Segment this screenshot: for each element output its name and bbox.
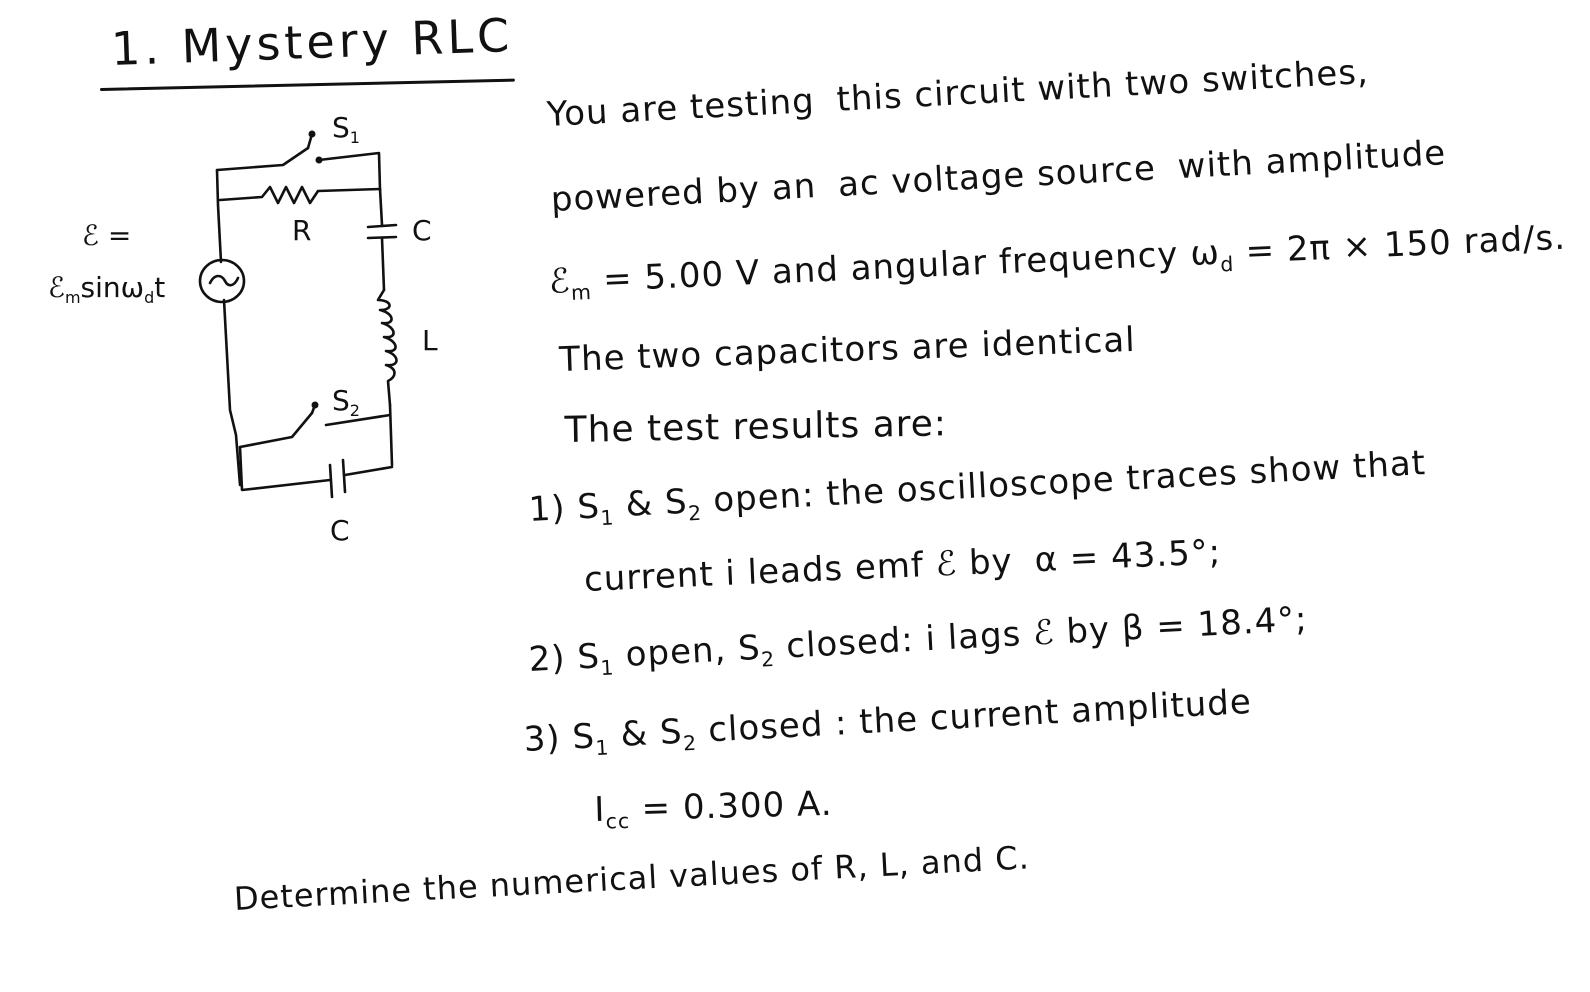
test-result-1: 1) S1 & S2 open: the oscilloscope traces… — [528, 443, 1427, 534]
text-segment: powered by an — [549, 166, 818, 220]
text-segment: closed : the current amplitude — [695, 681, 1253, 751]
inductor-label: L — [422, 324, 438, 357]
text-segment: this circuit with two switches, — [835, 51, 1370, 120]
emf-symbol: ℰ — [548, 261, 572, 303]
ac-source-icon — [198, 258, 246, 304]
capacitor-bottom-icon — [238, 445, 394, 499]
right-wire-top — [378, 187, 384, 227]
text-segment: = 5.00 V and angular frequency — [590, 234, 1180, 301]
resistor-label: R — [292, 214, 311, 247]
current-value: = 0.300 A. — [629, 783, 833, 830]
capacitor-top-icon — [366, 223, 398, 292]
text-segment: with amplitude — [1176, 133, 1448, 188]
alpha-value: α = 43.5°; — [1033, 532, 1223, 581]
question-prompt: Determine the numerical values of R, L, … — [233, 838, 1031, 918]
test-result-3: 3) S1 & S2 closed : the current amplitud… — [523, 682, 1253, 764]
right-wire-bottom — [388, 403, 394, 467]
text-segment: closed: i lags ℰ by β = 18.4°; — [773, 599, 1309, 668]
text-segment: You are testing — [545, 81, 816, 135]
problem-line-1: You are testing this circuit with two swi… — [546, 52, 1370, 135]
problem-line-4: The two capacitors are identical — [558, 319, 1137, 380]
emf-subscript: m — [570, 279, 593, 305]
test-result-2: 2) S1 open, S2 closed: i lags ℰ by β = 1… — [528, 599, 1309, 684]
circuit-diagram: S1 R C L S2 C ℰ = ℰmsinωdt — [48, 111, 438, 547]
problem-line-5: The test results are: — [564, 403, 948, 451]
text-segment: ac voltage source — [837, 148, 1157, 205]
text-segment: 1) S — [527, 486, 602, 531]
omega-symbol: ω — [1189, 232, 1221, 274]
subscript: 2 — [682, 730, 698, 756]
text-segment: open: the oscilloscope traces show that — [700, 443, 1427, 521]
capacitor-bottom-label: C — [330, 514, 350, 547]
title-underline — [99, 78, 515, 91]
subscript: 2 — [687, 500, 703, 526]
current-subscript: cc — [605, 808, 631, 834]
problem-title: 1. Mystery RLC — [110, 7, 514, 77]
left-wire — [215, 168, 242, 487]
emf-expression: ℰmsinωdt — [48, 271, 165, 307]
text-segment: 2) S — [527, 636, 602, 681]
switch-s1-label: S1 — [332, 111, 360, 147]
switch-s2-label: S2 — [332, 384, 360, 420]
test-result-3-current: Icc = 0.300 A. — [594, 784, 833, 834]
text-segment: current i leads emf ℰ by — [583, 541, 1014, 600]
problem-line-3-emf-frequency: ℰm = 5.00 V and angular frequency ωd = 2π… — [548, 218, 1567, 306]
text-segment: open, S — [612, 627, 762, 676]
text-segment: & S — [607, 711, 684, 756]
capacitor-top-label: C — [412, 214, 432, 247]
subscript: 2 — [760, 646, 776, 672]
test-result-1-cont: current i leads emf ℰ by α = 43.5°; — [583, 532, 1222, 600]
resistor-icon — [218, 185, 382, 205]
current-symbol: I — [593, 789, 606, 831]
text-segment: 3) S — [522, 716, 597, 761]
problem-line-2: powered by an ac voltage source with ampli… — [550, 133, 1447, 220]
text-segment: & S — [612, 481, 689, 526]
emf-label: ℰ = — [82, 219, 131, 252]
frequency-value: = 2π × 150 rad/s. — [1232, 217, 1567, 273]
inductor-icon — [376, 288, 398, 407]
switch-s2-icon — [238, 401, 392, 449]
